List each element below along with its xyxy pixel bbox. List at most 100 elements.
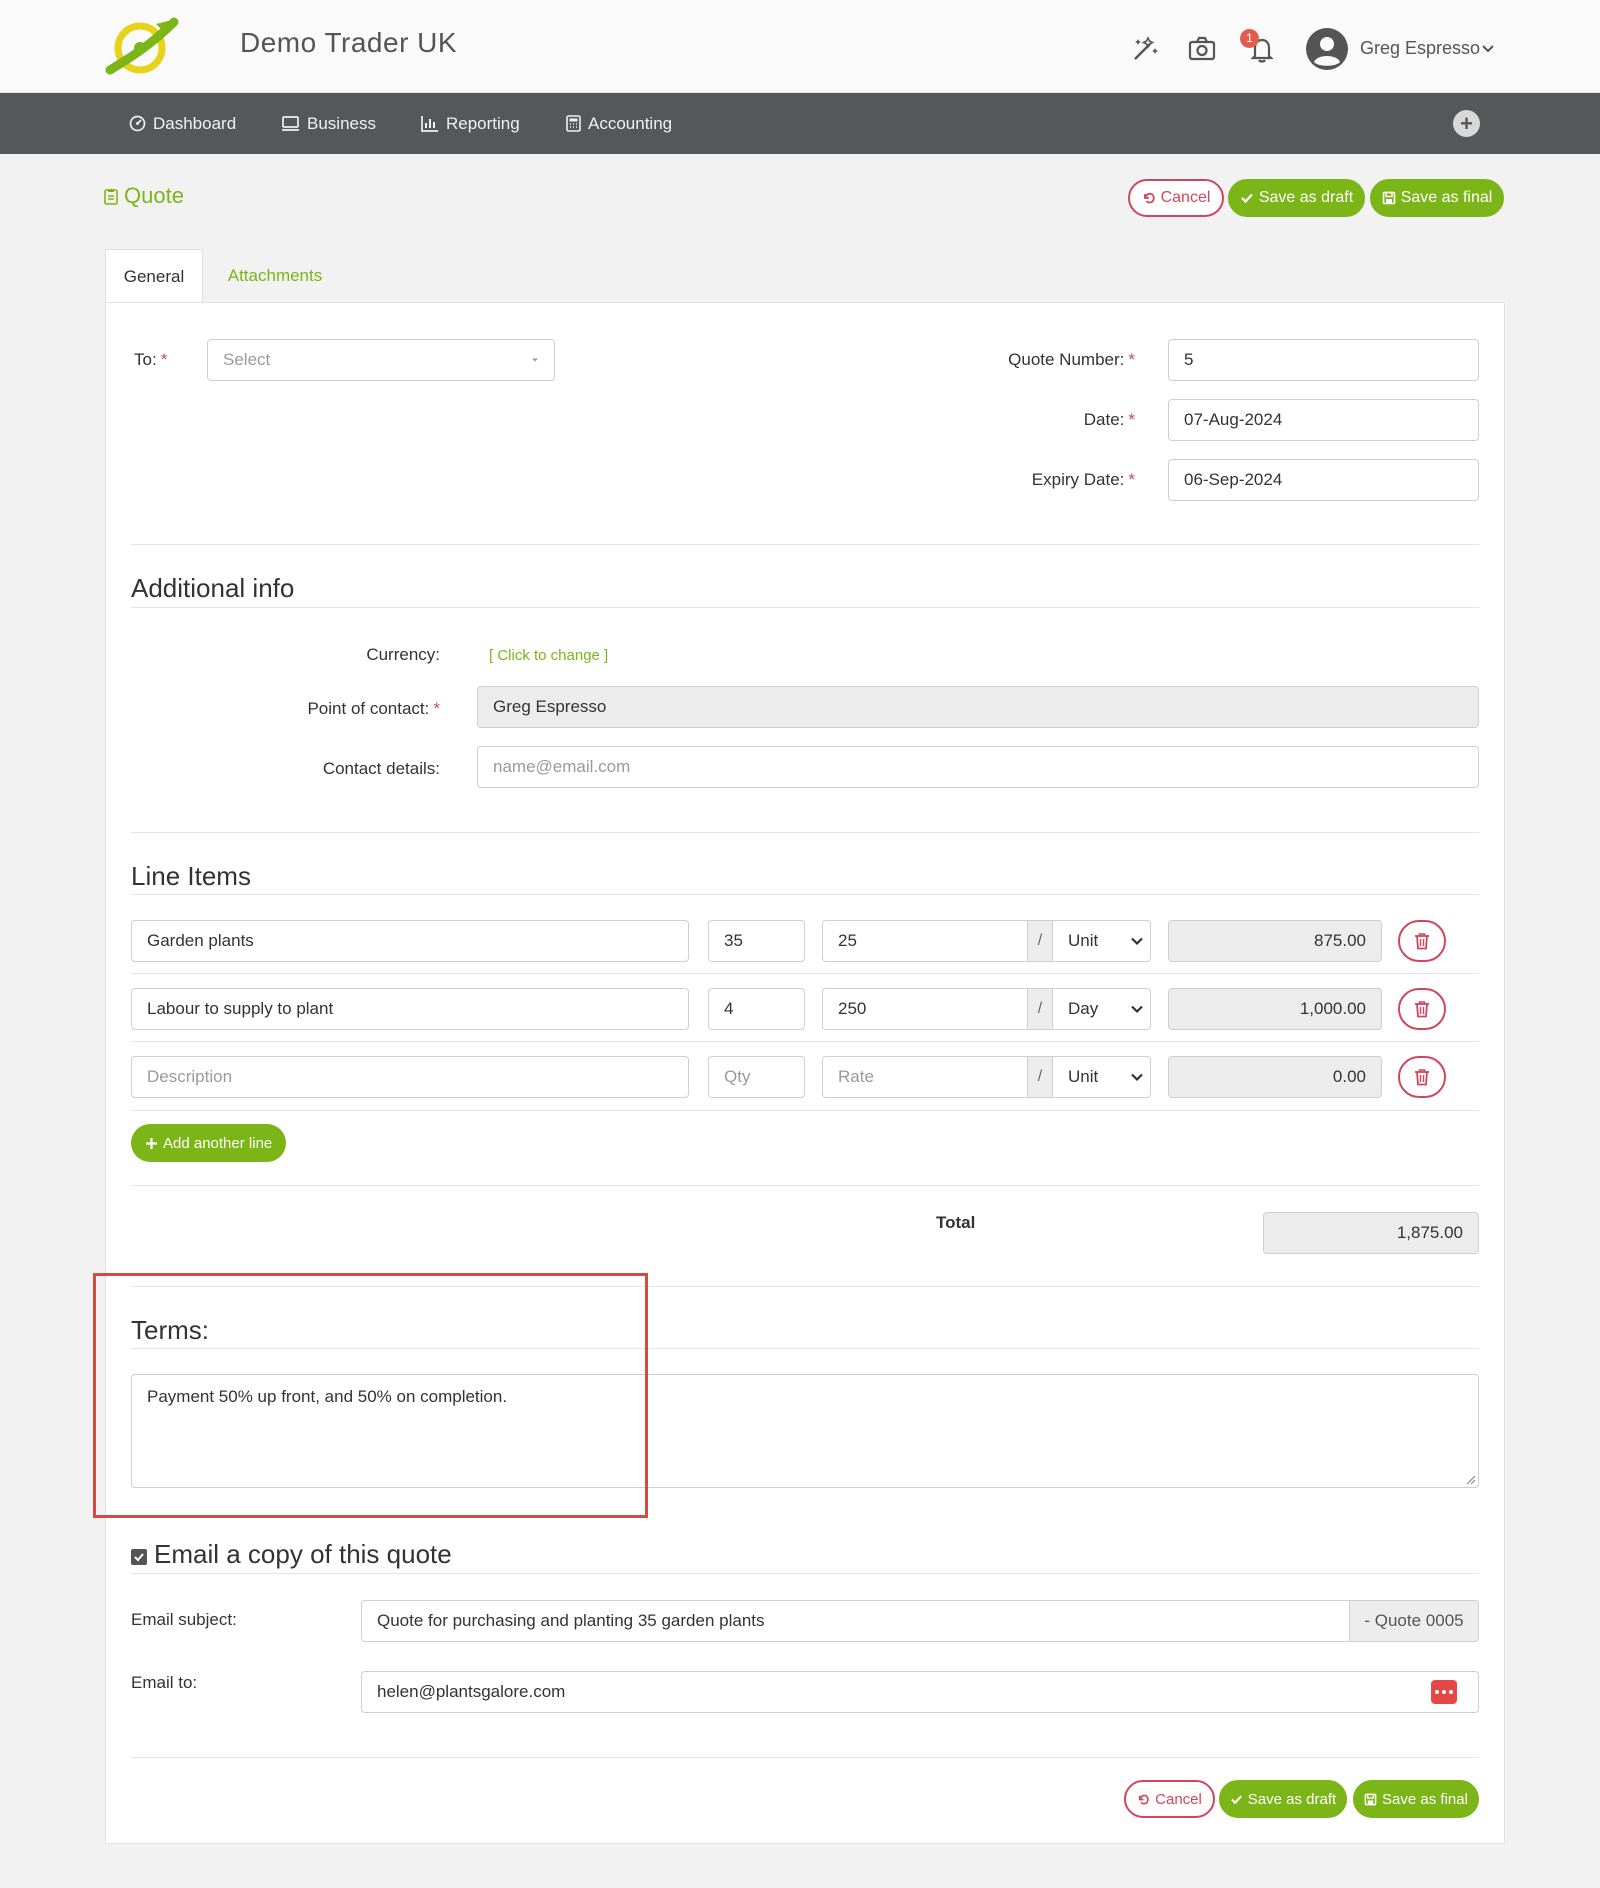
line-amount: 875.00	[1168, 920, 1382, 962]
currency-change-link[interactable]: [ Click to change ]	[489, 647, 608, 664]
divider	[131, 1185, 1479, 1186]
cancel-button-top[interactable]: Cancel	[1128, 179, 1224, 217]
save-icon	[1382, 191, 1395, 205]
resize-handle-icon[interactable]	[1464, 1473, 1476, 1485]
notification-badge: 1	[1240, 29, 1259, 48]
tab-attachments[interactable]: Attachments	[210, 249, 340, 303]
total-label: Total	[936, 1213, 976, 1232]
line-amount: 1,000.00	[1168, 988, 1382, 1030]
email-to-input[interactable]: helen@plantsgalore.com	[361, 1671, 1479, 1713]
email-subject-label: Email subject:	[131, 1610, 237, 1629]
rate-unit-separator: /	[1027, 920, 1053, 962]
expiry-date-input[interactable]: 06-Sep-2024	[1168, 459, 1479, 501]
email-copy-checkbox[interactable]	[131, 1549, 147, 1565]
nav-reporting[interactable]: Reporting	[421, 93, 520, 154]
chevron-down-icon[interactable]	[1480, 41, 1496, 57]
divider	[131, 894, 1479, 895]
cancel-button-bottom[interactable]: Cancel	[1124, 1780, 1215, 1818]
calculator-icon	[566, 115, 581, 132]
date-label-text: Date:	[1083, 410, 1125, 429]
expiry-date-label-text: Expiry Date:	[1031, 470, 1125, 489]
document-icon	[104, 188, 118, 205]
trash-icon	[1415, 933, 1429, 950]
contact-details-input[interactable]: name@email.com	[477, 746, 1479, 788]
date-input[interactable]: 07-Aug-2024	[1168, 399, 1479, 441]
to-select[interactable]: Select	[207, 339, 555, 381]
to-label: To: *	[134, 350, 168, 369]
save-draft-button-bottom[interactable]: Save as draft	[1219, 1780, 1347, 1818]
trash-icon	[1415, 1001, 1429, 1018]
nav-dashboard[interactable]: Dashboard	[129, 93, 236, 154]
undo-icon	[1139, 1794, 1149, 1805]
save-final-button-bottom[interactable]: Save as final	[1353, 1780, 1479, 1818]
quote-number-input[interactable]: 5	[1168, 339, 1479, 381]
save-draft-button-top[interactable]: Save as draft	[1228, 179, 1365, 217]
chevron-down-icon	[1130, 934, 1144, 948]
line-description-input[interactable]: Labour to supply to plant	[131, 988, 689, 1030]
delete-line-button[interactable]	[1398, 920, 1446, 962]
save-draft-label: Save as draft	[1258, 189, 1354, 206]
app-logo[interactable]	[100, 14, 180, 80]
page-title-text: Quote	[124, 183, 184, 208]
currency-label: Currency:	[366, 645, 440, 664]
point-of-contact-input[interactable]: Greg Espresso	[477, 686, 1479, 728]
rate-unit-separator: /	[1027, 988, 1053, 1030]
dashboard-icon	[129, 115, 146, 132]
nav-business[interactable]: Business	[281, 93, 376, 154]
tab-general[interactable]: General	[105, 249, 203, 303]
contact-details-label: Contact details:	[322, 759, 440, 778]
save-final-label: Save as final	[1382, 1790, 1468, 1808]
more-options-icon[interactable]	[1431, 1680, 1457, 1704]
line-description-input[interactable]: Description	[131, 1056, 689, 1098]
magic-wand-icon[interactable]	[1130, 34, 1160, 64]
camera-icon[interactable]	[1187, 34, 1217, 64]
email-subject-suffix: - Quote 0005	[1349, 1600, 1479, 1642]
quote-number-label: Quote Number: *	[1008, 350, 1135, 369]
delete-line-button[interactable]	[1398, 1056, 1446, 1098]
save-final-button-top[interactable]: Save as final	[1370, 179, 1504, 217]
line-description-input[interactable]: Garden plants	[131, 920, 689, 962]
email-subject-input[interactable]: Quote for purchasing and planting 35 gar…	[361, 1600, 1351, 1642]
user-name[interactable]: Greg Espresso	[1360, 38, 1480, 59]
divider	[131, 973, 1479, 974]
point-of-contact-label-text: Point of contact:	[307, 699, 430, 718]
company-name: Demo Trader UK	[240, 27, 458, 58]
email-to-label: Email to:	[131, 1673, 198, 1692]
to-label-text: To:	[134, 350, 157, 369]
save-draft-label: Save as draft	[1247, 1790, 1337, 1808]
line-qty-input[interactable]: 4	[708, 988, 805, 1030]
email-copy-heading: Email a copy of this quote	[154, 1539, 452, 1569]
line-qty-input[interactable]: Qty	[708, 1056, 805, 1098]
chart-icon	[421, 116, 438, 132]
chevron-down-icon	[1130, 1002, 1144, 1016]
line-rate-input[interactable]: 25	[822, 920, 1029, 962]
undo-icon	[1143, 192, 1155, 204]
rate-unit-separator: /	[1027, 1056, 1053, 1098]
nav-dashboard-label: Dashboard	[153, 113, 237, 133]
caret-down-icon	[529, 354, 541, 366]
divider	[131, 1757, 1479, 1758]
add-new-button[interactable]: +	[1453, 110, 1480, 137]
delete-line-button[interactable]	[1398, 988, 1446, 1030]
divider	[131, 607, 1479, 608]
user-avatar-icon[interactable]	[1305, 27, 1349, 71]
divider	[131, 1041, 1479, 1042]
divider	[131, 832, 1479, 833]
line-rate-input[interactable]: Rate	[822, 1056, 1029, 1098]
line-rate-input[interactable]: 250	[822, 988, 1029, 1030]
quote-number-label-text: Quote Number:	[1008, 350, 1125, 369]
total-amount: 1,875.00	[1263, 1212, 1479, 1254]
cancel-label: Cancel	[1160, 189, 1211, 206]
main-nav: Dashboard Business Reporting Accounting …	[0, 93, 1600, 154]
line-items-heading: Line Items	[131, 861, 251, 891]
check-icon	[1230, 1795, 1242, 1804]
business-icon	[282, 116, 299, 131]
add-another-line-button[interactable]: Add another line	[131, 1124, 287, 1162]
line-qty-input[interactable]: 35	[708, 920, 805, 962]
nav-accounting[interactable]: Accounting	[566, 93, 672, 154]
nav-reporting-label: Reporting	[446, 113, 520, 133]
date-label: Date: *	[1083, 410, 1135, 429]
trash-icon	[1415, 1069, 1429, 1086]
point-of-contact-label: Point of contact: *	[307, 699, 440, 718]
cancel-label: Cancel	[1155, 1790, 1202, 1808]
